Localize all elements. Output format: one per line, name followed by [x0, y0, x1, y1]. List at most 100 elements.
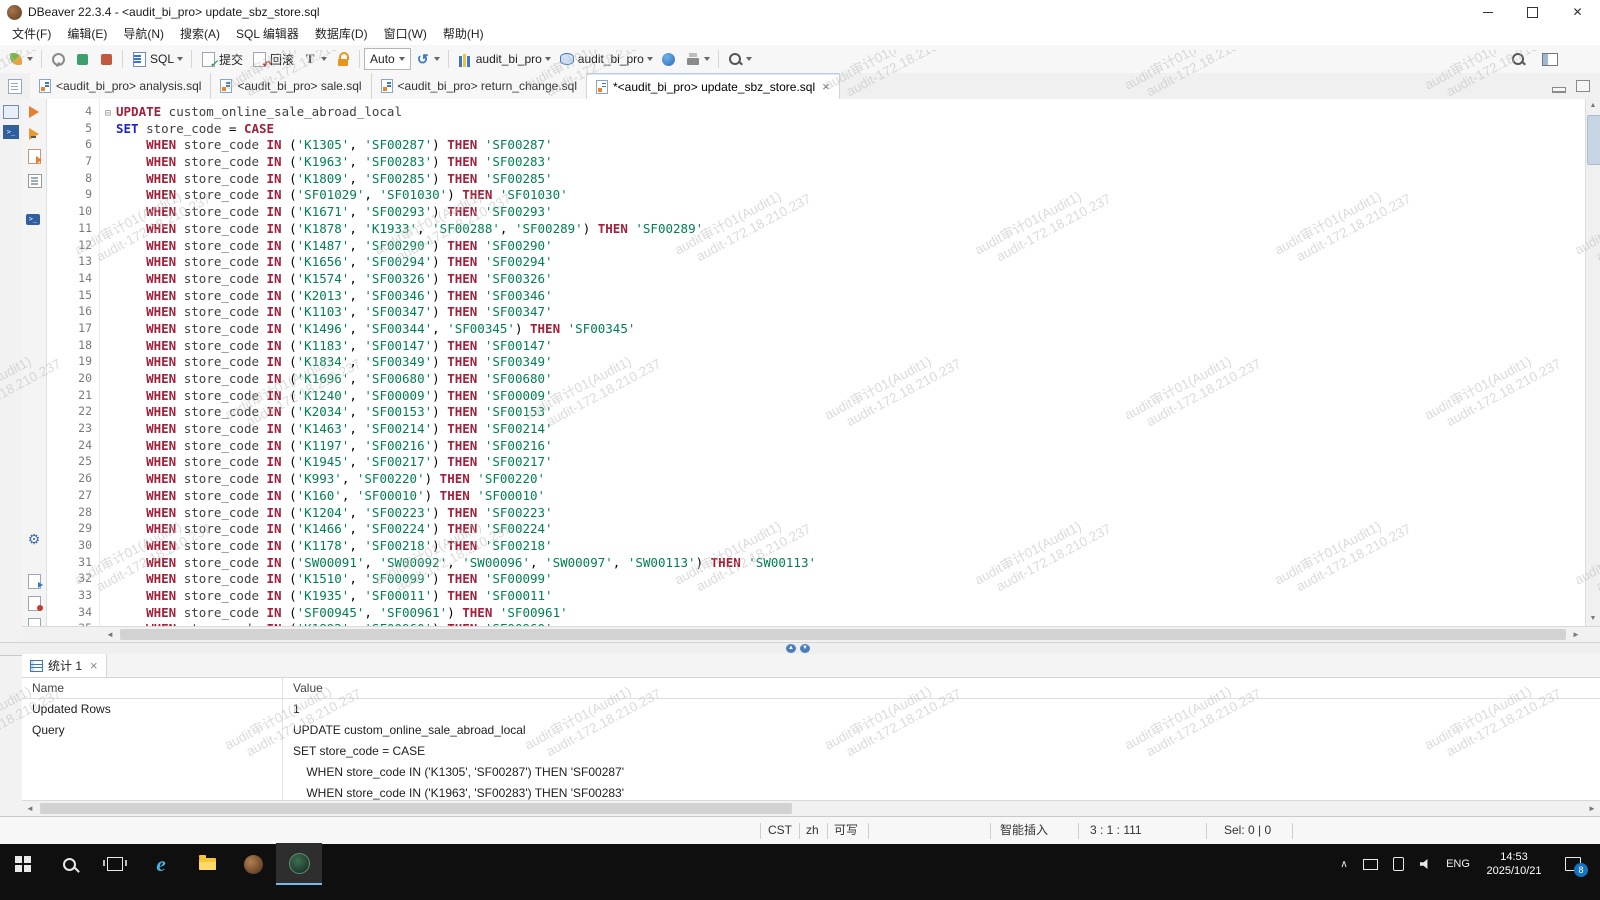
- maximize-view-icon[interactable]: [1576, 80, 1590, 92]
- scroll-right-icon[interactable]: ►: [1584, 801, 1600, 816]
- export-data-icon[interactable]: [26, 573, 42, 589]
- commit-mode-button[interactable]: [4, 48, 37, 70]
- disconnect-button[interactable]: [94, 48, 118, 70]
- results-hscrollbar[interactable]: ◄ ►: [22, 800, 1600, 817]
- menu-item[interactable]: 文件(F): [4, 24, 59, 45]
- minimize-button[interactable]: [1465, 0, 1510, 24]
- database-navigator-icon[interactable]: [3, 105, 19, 119]
- rollback-icon: [253, 52, 266, 67]
- maximize-button[interactable]: [1510, 0, 1555, 24]
- tab-label: <audit_bi_pro> return_change.sql: [398, 79, 577, 93]
- editor-tab[interactable]: *<audit_bi_pro> update_sbz_store.sql×: [587, 73, 840, 99]
- menu-item[interactable]: 数据库(D): [307, 24, 376, 45]
- results-tab-statistics[interactable]: 统计 1 ×: [22, 654, 107, 677]
- minimize-view-icon[interactable]: [1552, 87, 1566, 93]
- close-tab-icon[interactable]: ×: [822, 79, 830, 94]
- code-token: [116, 471, 146, 486]
- commit-type-combo[interactable]: Auto: [364, 48, 411, 70]
- workspace-button[interactable]: [1570, 48, 1590, 70]
- settings-gear-icon[interactable]: ⚙: [26, 531, 42, 547]
- open-perspective-button[interactable]: [1538, 48, 1562, 70]
- display-tray-icon[interactable]: [1356, 844, 1384, 884]
- quick-search-button[interactable]: [1506, 48, 1530, 70]
- touch-keyboard-icon[interactable]: [1384, 844, 1412, 884]
- result-value-cell: SET store_code = CASE: [283, 741, 1600, 762]
- code-token: WHEN: [146, 254, 176, 269]
- status-separator: [760, 823, 761, 839]
- result-row[interactable]: SET store_code = CASE: [22, 741, 1600, 762]
- line-number-gutter[interactable]: 4567891011121314151617181920212223242526…: [47, 99, 100, 626]
- pin-connection-button[interactable]: [46, 48, 70, 70]
- collapse-up-icon[interactable]: ▲: [786, 644, 796, 653]
- execute-statement-icon[interactable]: [26, 104, 42, 120]
- script-error-icon[interactable]: [26, 595, 42, 611]
- execute-script-icon[interactable]: [26, 148, 42, 164]
- tray-expand-button[interactable]: ∧: [1332, 844, 1356, 884]
- lock-button[interactable]: [331, 48, 355, 70]
- menu-item[interactable]: SQL 编辑器: [228, 24, 307, 45]
- execute-new-tab-icon[interactable]: [26, 126, 42, 142]
- new-sql-editor-button[interactable]: SQL: [127, 48, 187, 70]
- fold-marker[interactable]: ⊟: [100, 108, 116, 119]
- result-row[interactable]: Updated Rows1: [22, 699, 1600, 720]
- connect-button[interactable]: [70, 48, 94, 70]
- explain-plan-icon[interactable]: [26, 172, 42, 188]
- close-results-icon[interactable]: ×: [90, 658, 98, 673]
- volume-icon[interactable]: [1412, 844, 1440, 884]
- editor-tab[interactable]: <audit_bi_pro> return_change.sql: [372, 73, 587, 99]
- editor-hscrollbar[interactable]: ◄ ►: [22, 626, 1600, 643]
- navigator-sync-button[interactable]: [657, 48, 681, 70]
- menu-item[interactable]: 帮助(H): [435, 24, 492, 45]
- hscroll-thumb[interactable]: [40, 803, 792, 814]
- rollback-button[interactable]: 回滚: [247, 48, 298, 70]
- file-explorer-button[interactable]: [184, 844, 230, 884]
- code-token: 'SF01029': [297, 187, 365, 202]
- menu-item[interactable]: 导航(N): [115, 24, 172, 45]
- code-token: 'K1963': [297, 154, 350, 169]
- editor-list-icon[interactable]: [8, 79, 22, 94]
- action-center-button[interactable]: 8: [1552, 844, 1594, 884]
- code-token: IN: [267, 354, 282, 369]
- language-indicator[interactable]: ENG: [1440, 844, 1476, 884]
- clock[interactable]: 14:532025/10/21: [1476, 844, 1552, 884]
- internet-explorer-button[interactable]: e: [138, 844, 184, 884]
- commit-button[interactable]: 提交: [196, 48, 247, 70]
- scroll-left-icon[interactable]: ◄: [102, 627, 118, 642]
- result-value-cell: 1: [283, 699, 1600, 720]
- result-row[interactable]: WHEN store_code IN ('K1305', 'SF00287') …: [22, 762, 1600, 783]
- sql-console-icon[interactable]: >_: [26, 212, 42, 228]
- menu-item[interactable]: 编辑(E): [59, 24, 115, 45]
- line-number: 17: [47, 321, 99, 338]
- history-button[interactable]: ↺: [411, 48, 444, 70]
- collapse-down-icon[interactable]: ▼: [800, 644, 810, 653]
- pinned-app-button[interactable]: [230, 844, 276, 884]
- minimize-icon: [1483, 12, 1493, 13]
- chevron-down-icon: [647, 57, 653, 61]
- scroll-right-icon[interactable]: ►: [1568, 627, 1584, 642]
- scroll-left-icon[interactable]: ◄: [22, 801, 38, 816]
- editor-vscrollbar[interactable]: ▲ ▼: [1585, 99, 1600, 626]
- search-menu-button[interactable]: [723, 48, 756, 70]
- hscroll-thumb[interactable]: [120, 629, 1566, 640]
- projects-panel-icon[interactable]: >_: [3, 125, 19, 139]
- schema-selector[interactable]: audit_bi_pro: [555, 48, 657, 70]
- connection-selector[interactable]: audit_bi_pro: [453, 48, 555, 70]
- start-button[interactable]: [0, 844, 46, 884]
- print-button[interactable]: [681, 48, 714, 70]
- code-lines[interactable]: ⊟UPDATE custom_online_sale_abroad_localS…: [100, 99, 1585, 626]
- result-row[interactable]: QueryUPDATE custom_online_sale_abroad_lo…: [22, 720, 1600, 741]
- scroll-down-icon[interactable]: ▼: [1586, 612, 1600, 626]
- menu-item[interactable]: 搜索(A): [172, 24, 228, 45]
- code-token: ): [432, 505, 447, 520]
- close-button[interactable]: ✕: [1555, 0, 1600, 24]
- editor-tab[interactable]: <audit_bi_pro> analysis.sql: [30, 73, 211, 99]
- task-view-button[interactable]: [92, 844, 138, 884]
- vscroll-thumb[interactable]: [1587, 115, 1600, 165]
- taskbar-search-button[interactable]: [46, 844, 92, 884]
- editor-tab[interactable]: <audit_bi_pro> sale.sql: [211, 73, 371, 99]
- dbeaver-taskbar-button[interactable]: [276, 843, 322, 885]
- code-token: store_code: [176, 321, 266, 336]
- transaction-log-button[interactable]: T: [298, 48, 331, 70]
- menu-item[interactable]: 窗口(W): [376, 24, 435, 45]
- scroll-up-icon[interactable]: ▲: [1586, 99, 1600, 113]
